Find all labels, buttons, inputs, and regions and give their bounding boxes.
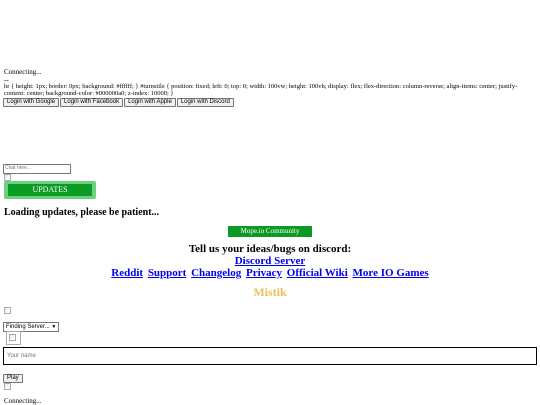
more-io-games-link[interactable]: More IO Games xyxy=(353,267,429,279)
play-button[interactable]: Play xyxy=(3,374,23,383)
changelog-link[interactable]: Changelog xyxy=(191,267,241,279)
connection-status-top: Connecting... xyxy=(4,68,42,76)
discord-server-link[interactable]: Discord Server xyxy=(235,255,306,267)
login-discord-button[interactable]: Login with Discord xyxy=(176,98,234,107)
updates-button[interactable]: UPDATES xyxy=(8,184,92,196)
chat-input[interactable]: Chat here... xyxy=(3,164,71,174)
login-apple-button[interactable]: Login with Apple xyxy=(124,98,176,107)
featured-name: Mistik xyxy=(253,285,287,299)
broken-image-icon-2 xyxy=(4,307,11,314)
login-google-button[interactable]: Login with Google xyxy=(3,98,60,107)
name-input[interactable]: Your name xyxy=(3,347,537,365)
broken-image-icon xyxy=(4,174,11,181)
loading-updates-text: Loading updates, please be patient... xyxy=(4,207,160,218)
connection-status-bottom: Connecting... xyxy=(4,397,42,405)
login-facebook-button[interactable]: Login with Facebook xyxy=(60,98,124,107)
official-wiki-link[interactable]: Official Wiki xyxy=(287,267,348,279)
discord-prompt: Tell us your ideas/bugs on discord: xyxy=(188,243,352,255)
login-button-row: Login with Google Login with Facebook Lo… xyxy=(3,98,235,107)
privacy-link[interactable]: Privacy xyxy=(246,267,282,279)
broken-image-icon-3 xyxy=(9,334,16,341)
support-link[interactable]: Support xyxy=(148,267,187,279)
image-button[interactable] xyxy=(6,331,21,345)
broken-image-icon-4 xyxy=(4,383,11,390)
raw-css-text: hr { height: 1px; border: 0px; backgroun… xyxy=(4,83,518,97)
footer-links: Reddit Support Changelog Privacy Officia… xyxy=(0,267,540,279)
mope-community-button[interactable]: Mope.io Community xyxy=(228,226,312,237)
reddit-link[interactable]: Reddit xyxy=(111,267,143,279)
updates-button-frame: UPDATES xyxy=(4,181,96,199)
chevron-down-icon: ▼ xyxy=(51,324,57,330)
server-select-value: Finding Server... xyxy=(6,324,50,330)
